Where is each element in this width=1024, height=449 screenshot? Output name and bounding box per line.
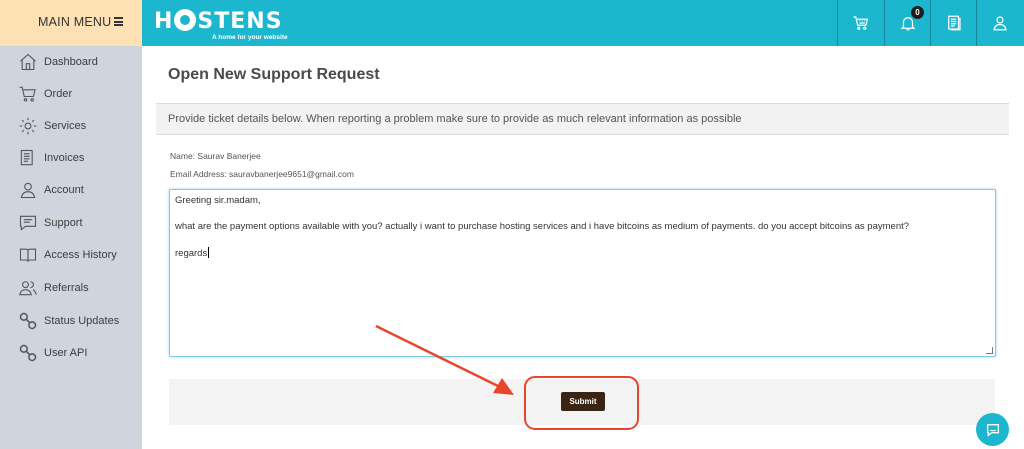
sidebar-item-label: User API — [44, 347, 88, 359]
info-bar: Provide ticket details below. When repor… — [156, 103, 1009, 135]
sidebar-item-label: Dashboard — [44, 56, 98, 68]
link-icon — [17, 342, 39, 364]
invoices-button[interactable] — [930, 0, 976, 46]
sidebar-item-label: Status Updates — [44, 315, 120, 327]
sidebar-item-status-updates[interactable]: Status Updates — [0, 306, 142, 336]
notifications-button[interactable]: 0 — [884, 0, 930, 46]
document-icon — [947, 15, 961, 31]
gear-icon — [17, 115, 39, 137]
chat-bubble-icon — [986, 423, 999, 437]
sidebar-item-referrals[interactable]: Referrals — [0, 273, 142, 303]
message-line-signoff: regards — [175, 247, 210, 259]
top-bar: MAIN MENU H STENS A home for your website… — [0, 0, 1024, 46]
main-content: Open New Support Request Provide ticket … — [142, 46, 1024, 449]
text-cursor — [208, 247, 210, 258]
sidebar-item-label: Referrals — [44, 282, 89, 294]
home-icon — [17, 51, 39, 73]
sidebar-item-label: Support — [44, 217, 83, 229]
user-icon — [17, 179, 39, 201]
sidebar-item-dashboard[interactable]: Dashboard — [0, 47, 142, 77]
main-menu-header[interactable]: MAIN MENU — [0, 0, 142, 46]
email-line: Email Address: sauravbanerjee9651@gmail.… — [170, 169, 354, 179]
sidebar-item-user-api[interactable]: User API — [0, 338, 142, 368]
sidebar-item-services[interactable]: Services — [0, 111, 142, 141]
sidebar: Dashboard Order Services Invoices Accoun… — [0, 46, 142, 449]
sidebar-item-invoices[interactable]: Invoices — [0, 143, 142, 173]
logo-tagline: A home for your website — [212, 34, 288, 41]
account-button[interactable] — [976, 0, 1022, 46]
message-textarea[interactable]: Greeting sir.madam, what are the payment… — [169, 189, 996, 357]
logo-letter-h: H — [154, 9, 174, 34]
message-line-greeting: Greeting sir.madam, — [175, 195, 261, 206]
sidebar-item-access-history[interactable]: Access History — [0, 240, 142, 270]
chat-icon — [17, 212, 39, 234]
logo-letters-stens: STENS — [197, 9, 283, 34]
sidebar-item-label: Account — [44, 184, 84, 196]
brand-bar: H STENS A home for your website 0 — [142, 0, 1024, 46]
name-line: Name: Saurav Banerjee — [170, 151, 261, 161]
chat-widget-button[interactable] — [976, 413, 1009, 446]
logo-wordmark: H STENS — [154, 9, 283, 34]
document-icon — [17, 147, 39, 169]
sidebar-item-label: Order — [44, 88, 73, 100]
sidebar-item-support[interactable]: Support — [0, 208, 142, 238]
user-icon — [992, 16, 1007, 31]
sidebar-item-label: Services — [44, 120, 87, 132]
cart-icon — [17, 83, 39, 105]
sidebar-item-label: Invoices — [44, 152, 85, 164]
sidebar-item-order[interactable]: Order — [0, 79, 142, 109]
message-line-body: what are the payment options available w… — [175, 221, 910, 232]
cart-button[interactable] — [837, 0, 883, 46]
users-icon — [17, 277, 39, 299]
logo-hamster-icon — [174, 9, 197, 31]
link-icon — [17, 310, 39, 332]
resize-handle[interactable] — [986, 347, 993, 354]
notification-count-badge: 0 — [911, 6, 924, 19]
main-menu-title: MAIN MENU — [38, 15, 112, 29]
page-title: Open New Support Request — [168, 66, 380, 83]
info-text: Provide ticket details below. When repor… — [168, 113, 742, 125]
message-signoff-text: regards — [175, 248, 208, 259]
sidebar-item-account[interactable]: Account — [0, 175, 142, 205]
book-icon — [17, 244, 39, 266]
hamburger-icon[interactable] — [114, 17, 123, 26]
sidebar-item-label: Access History — [44, 249, 117, 261]
cart-icon — [853, 16, 868, 30]
annotation-highlight-box — [524, 376, 639, 430]
